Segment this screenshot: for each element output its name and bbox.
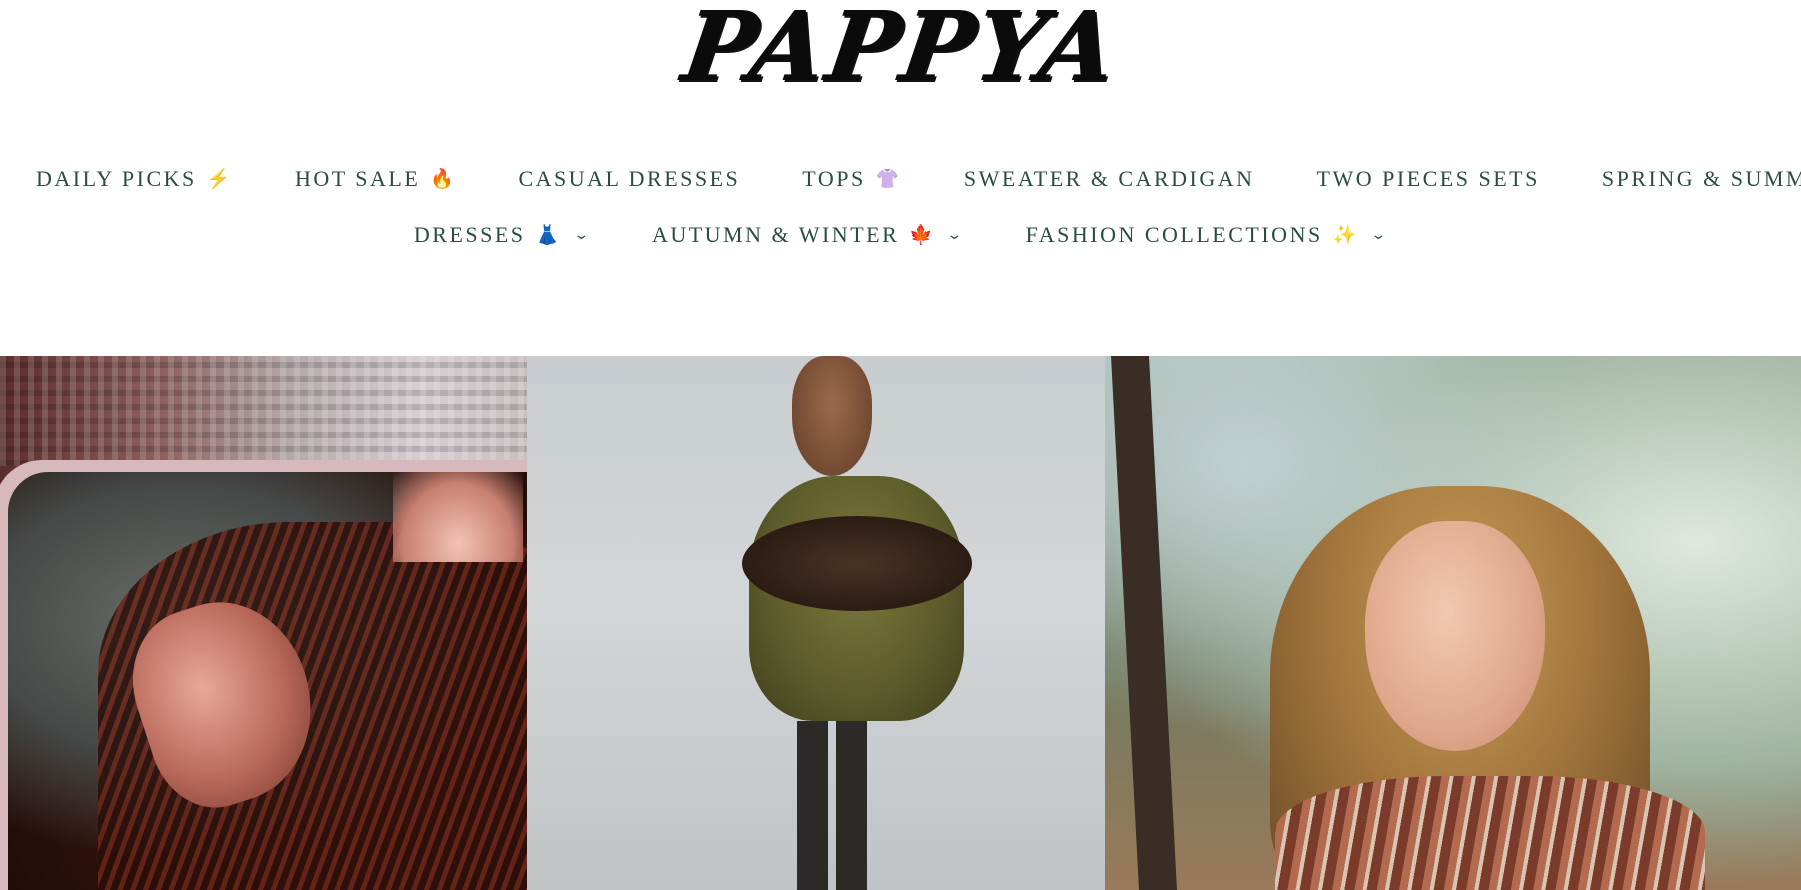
nav-item-two-pieces-sets[interactable]: TWO PIECES SETS <box>1317 166 1540 192</box>
model-head <box>792 356 872 476</box>
plaid-fabric-background <box>0 356 527 466</box>
nav-item-autumn-winter[interactable]: AUTUMN & WINTER 🍁 ⌄ <box>652 222 964 248</box>
fur-hood <box>742 516 972 611</box>
nav-item-tops[interactable]: TOPS 👚 <box>802 166 902 192</box>
site-logo[interactable]: PAPPYA <box>0 0 1801 103</box>
nav-item-daily-picks[interactable]: DAILY PICKS ⚡ <box>36 166 233 192</box>
sweater-photo <box>8 472 527 890</box>
hero-image-sweater <box>0 356 527 890</box>
nav-item-fashion-collections[interactable]: FASHION COLLECTIONS ✨ ⌄ <box>1026 222 1387 248</box>
model-neck <box>393 472 523 562</box>
hero-banner[interactable] <box>0 356 1801 890</box>
chevron-down-icon[interactable]: ⌄ <box>1370 227 1390 244</box>
nav-item-label: FASHION COLLECTIONS <box>1025 222 1323 247</box>
nav-item-label: TOPS <box>802 166 866 191</box>
chevron-down-icon[interactable]: ⌄ <box>573 227 593 244</box>
dress-icon: 👗 <box>535 225 562 246</box>
nav-item-label: CASUAL DRESSES <box>518 166 741 191</box>
blouse-icon: 👚 <box>875 169 902 190</box>
fire-icon: 🔥 <box>430 169 457 190</box>
nav-item-casual-dresses[interactable]: CASUAL DRESSES <box>518 166 740 192</box>
model-face <box>1365 521 1545 751</box>
hero-image-spring-model <box>1105 356 1801 890</box>
nav-item-label: SWEATER & CARDIGAN <box>963 166 1255 191</box>
nav-item-label: HOT SALE <box>294 166 421 191</box>
sparkles-icon: ✨ <box>1332 225 1359 246</box>
model-legs <box>797 721 867 890</box>
nav-item-label: DAILY PICKS <box>36 166 197 191</box>
maple-leaf-icon: 🍁 <box>909 225 936 246</box>
nav-item-label: DRESSES <box>413 222 526 247</box>
main-nav-row-1: DAILY PICKS ⚡ HOT SALE 🔥 CASUAL DRESSES … <box>0 166 1801 192</box>
site-header: PAPPYA DAILY PICKS ⚡ HOT SALE 🔥 CASUAL D… <box>0 0 1801 356</box>
nav-item-dresses[interactable]: DRESSES 👗 ⌄ <box>414 222 590 248</box>
patterned-dress <box>1275 776 1705 890</box>
nav-item-label: SPRING & SUMMER <box>1601 166 1801 191</box>
main-nav-row-2: DRESSES 👗 ⌄ AUTUMN & WINTER 🍁 ⌄ FASHION … <box>0 222 1801 248</box>
tree-trunk <box>1111 356 1177 890</box>
nav-item-label: TWO PIECES SETS <box>1316 166 1540 191</box>
hero-image-parka <box>527 356 1105 890</box>
nav-item-hot-sale[interactable]: HOT SALE 🔥 <box>295 166 457 192</box>
lightning-icon: ⚡ <box>206 169 233 190</box>
nav-item-spring-summer[interactable]: SPRING & SUMMER 🥰 <box>1602 166 1801 192</box>
nav-item-sweater-cardigan[interactable]: SWEATER & CARDIGAN <box>964 166 1255 192</box>
nav-item-label: AUTUMN & WINTER <box>651 222 900 247</box>
chevron-down-icon[interactable]: ⌄ <box>947 227 967 244</box>
